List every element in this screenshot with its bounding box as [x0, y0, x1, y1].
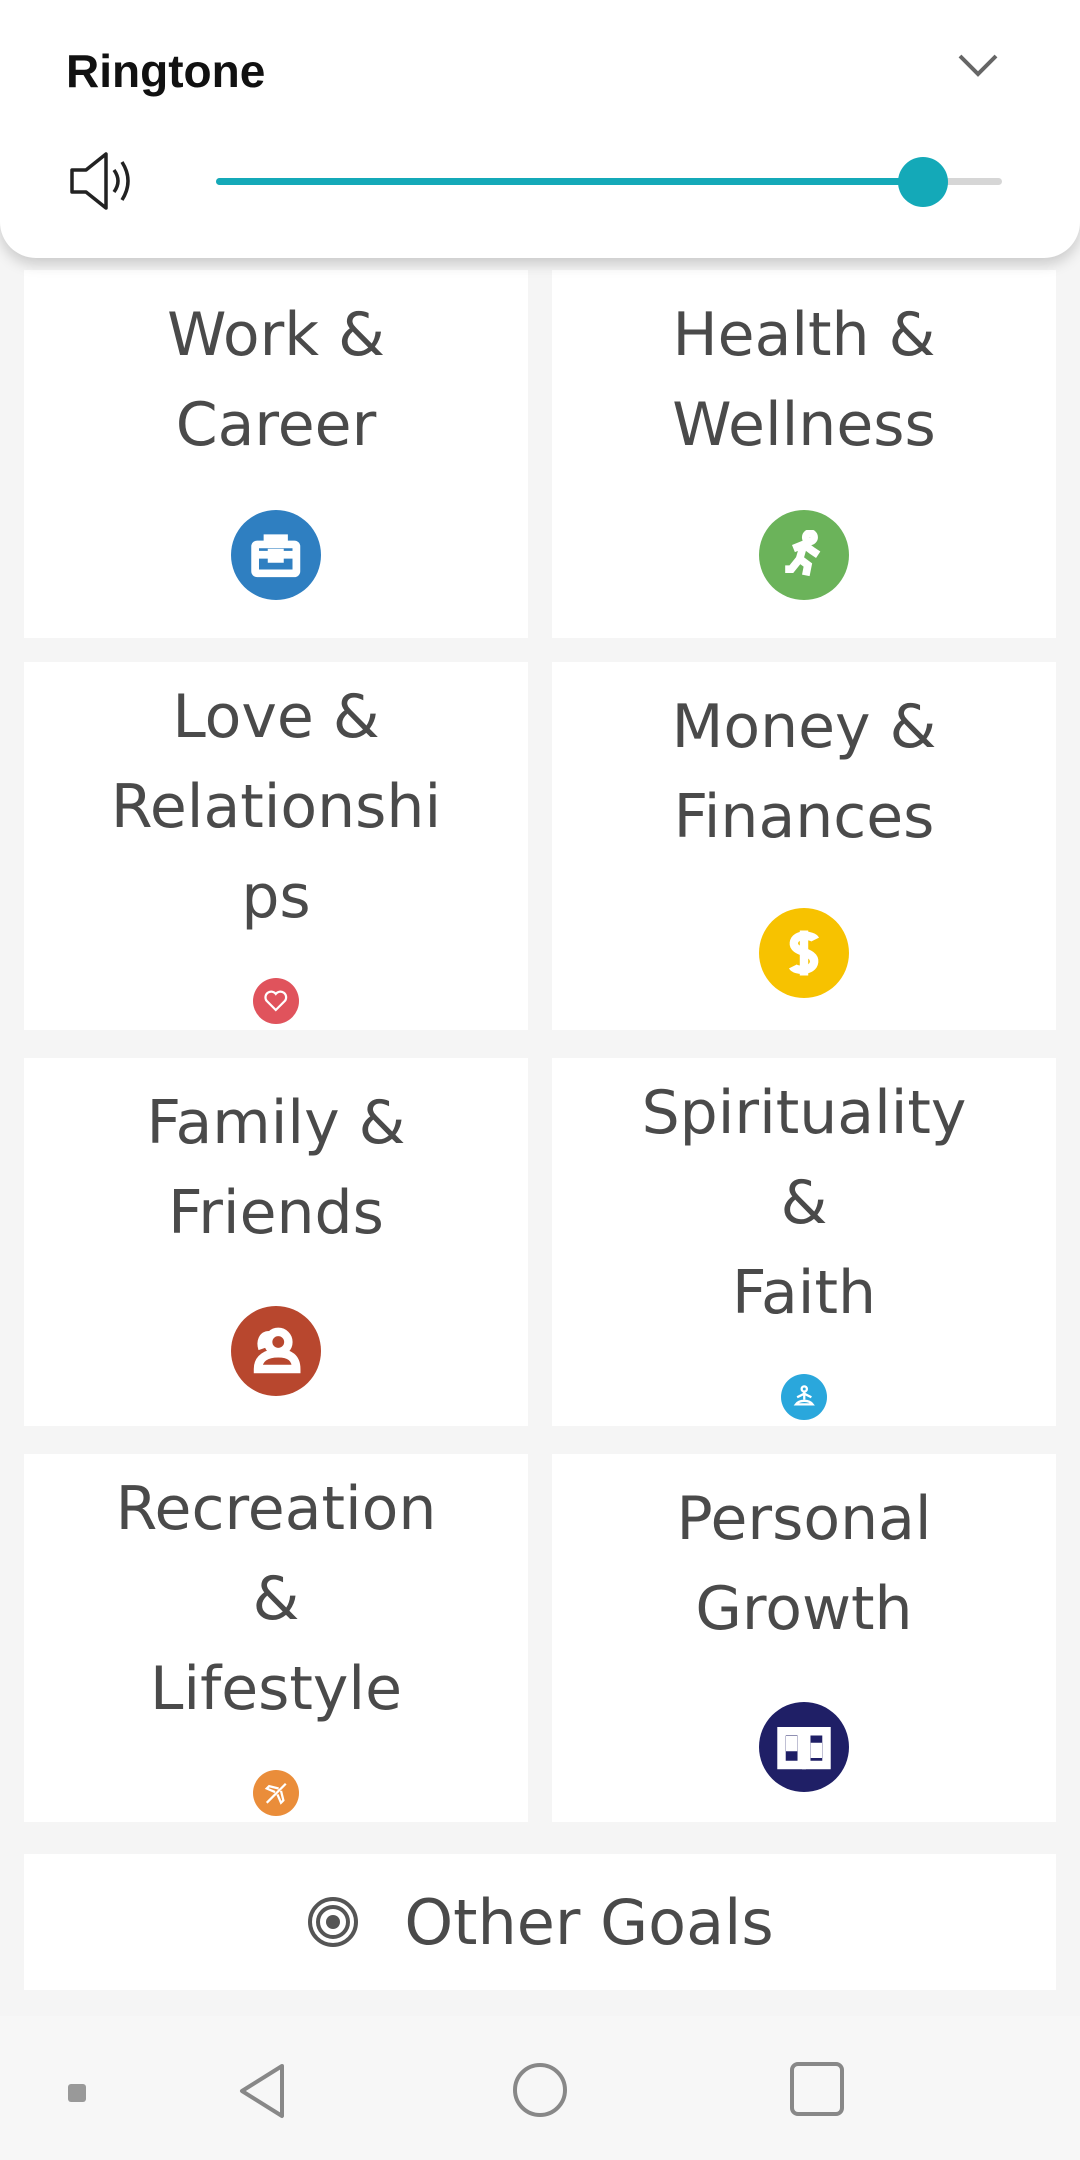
category-card[interactable]: Health & Wellness	[552, 270, 1056, 638]
volume-title: Ringtone	[66, 45, 266, 97]
back-icon[interactable]	[234, 2060, 290, 2122]
heart-icon	[253, 978, 299, 1024]
category-card[interactable]: Recreation & Lifestyle	[24, 1454, 528, 1822]
category-card[interactable]: Money & Finances	[552, 662, 1056, 1030]
volume-slider-thumb[interactable]	[898, 157, 949, 207]
category-card[interactable]: Love & Relationshi ps	[24, 662, 528, 1030]
category-label: Recreation & Lifestyle	[115, 1474, 437, 1724]
dollar-icon	[759, 908, 849, 998]
other-goals-label: Other Goals	[404, 1885, 774, 1959]
meditation-icon	[781, 1374, 827, 1420]
briefcase-icon	[231, 510, 321, 600]
speaker-icon[interactable]	[68, 150, 136, 212]
category-label: Health & Wellness	[672, 300, 936, 460]
volume-slider-fill	[216, 178, 924, 185]
category-card[interactable]: Work & Career	[24, 270, 528, 638]
other-goals-button[interactable]: Other Goals	[24, 1854, 1056, 1990]
category-label: Family & Friends	[146, 1088, 406, 1248]
category-card[interactable]: Spirituality & Faith	[552, 1058, 1056, 1426]
people-icon	[231, 1306, 321, 1396]
category-label: Money & Finances	[671, 692, 937, 852]
volume-panel: Ringtone	[0, 0, 1080, 258]
category-card[interactable]: Personal Growth	[552, 1454, 1056, 1822]
dot-icon[interactable]	[66, 2082, 88, 2104]
category-label: Spirituality & Faith	[641, 1078, 967, 1328]
book-icon	[759, 1702, 849, 1792]
system-navbar	[0, 2016, 1080, 2160]
category-card[interactable]: Family & Friends	[24, 1058, 528, 1426]
category-label: Love & Relationshi ps	[110, 682, 442, 932]
target-icon	[308, 1897, 359, 1947]
category-label: Work & Career	[167, 300, 385, 460]
airplane-icon	[253, 1770, 299, 1816]
recents-icon[interactable]	[788, 2060, 846, 2118]
runner-icon	[759, 510, 849, 600]
home-icon[interactable]	[510, 2060, 570, 2120]
category-label: Personal Growth	[676, 1484, 932, 1644]
chevron-down-icon[interactable]	[954, 46, 1002, 86]
volume-slider[interactable]	[216, 157, 1002, 207]
